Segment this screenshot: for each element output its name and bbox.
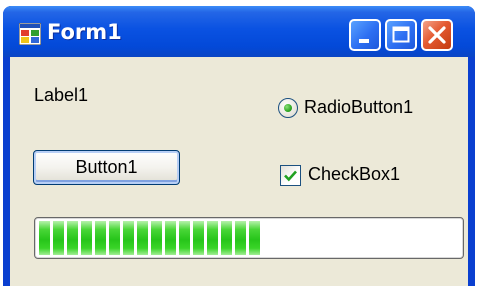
close-button[interactable] [421,19,453,51]
checkbox-box[interactable] [280,165,301,186]
form-window: Form1 Label1 RadioButton1 Button1 CheckB… [3,6,475,286]
progress-block [207,221,218,255]
label1: Label1 [34,85,89,105]
progress-block [151,221,162,255]
radio-button1-label[interactable]: RadioButton1 [304,97,413,118]
maximize-icon [392,26,410,43]
progress-block [221,221,232,255]
progress-block [193,221,204,255]
minimize-icon [359,39,369,43]
radio-circle[interactable] [278,98,298,118]
maximize-button[interactable] [385,19,417,51]
progress-bar [34,217,464,259]
title-bar[interactable]: Form1 [3,6,475,57]
progress-block [179,221,190,255]
window-title: Form1 [47,20,122,44]
minimize-button[interactable] [349,19,381,51]
progress-block [67,221,78,255]
progress-block [123,221,134,255]
progress-block [137,221,148,255]
checkbox1-label[interactable]: CheckBox1 [308,164,400,185]
form-client-area: Label1 RadioButton1 Button1 CheckBox1 [10,57,468,286]
progress-block [165,221,176,255]
progress-block [81,221,92,255]
progress-block [109,221,120,255]
button1[interactable]: Button1 [33,150,180,185]
form-icon [19,23,41,45]
progress-block [39,221,50,255]
progress-block [95,221,106,255]
radio-selected-dot [284,104,292,112]
checkmark-icon [284,170,297,182]
close-icon [428,26,446,44]
progress-block [53,221,64,255]
progress-block [235,221,246,255]
progress-block [249,221,260,255]
